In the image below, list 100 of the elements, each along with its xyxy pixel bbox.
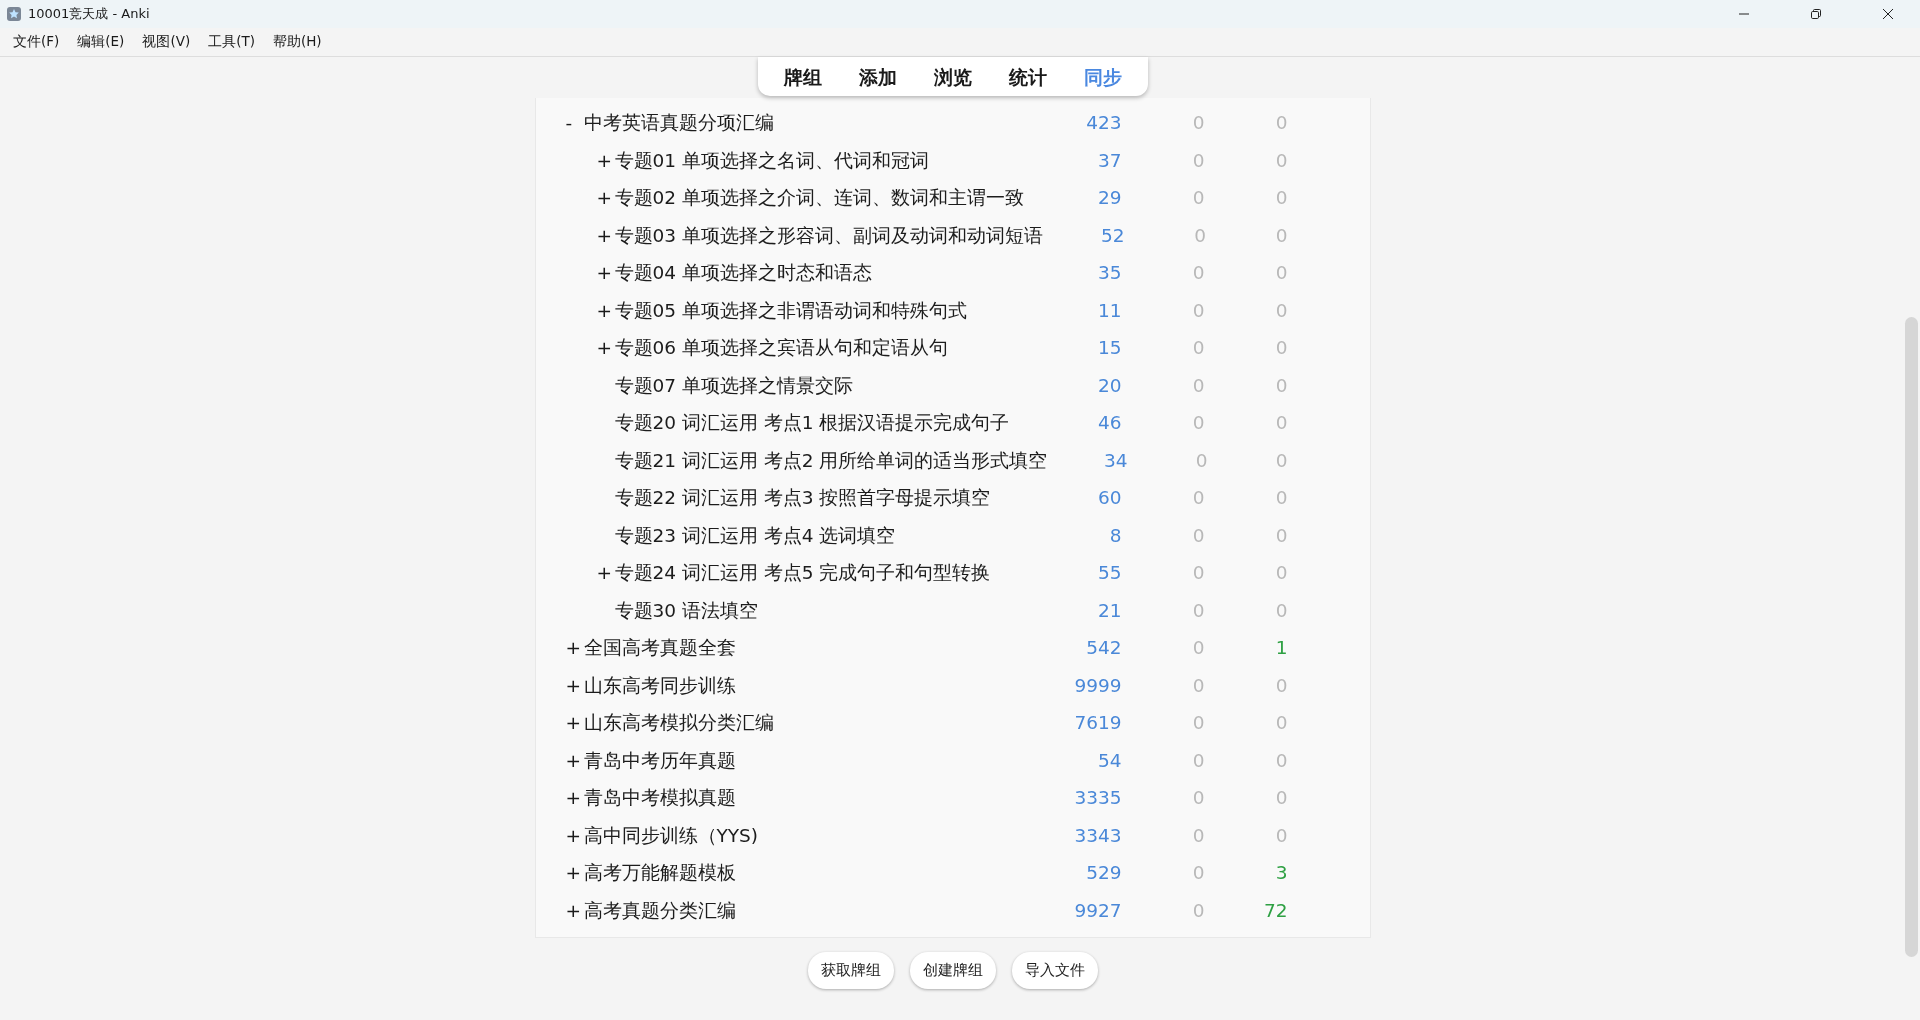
card-count: 0 (1274, 674, 1288, 696)
deck-name[interactable]: 山东高考同步训练 (583, 672, 736, 698)
card-count: 3 (1274, 862, 1288, 884)
deck-name[interactable]: 专题30 语法填空 (614, 597, 758, 623)
card-count: 0 (1191, 824, 1205, 846)
deck-name[interactable]: 专题07 单项选择之情景交际 (614, 372, 853, 398)
toolbar-tab[interactable]: 牌组 (783, 64, 822, 90)
menu-item[interactable]: 视图(V) (142, 33, 191, 51)
expand-toggle[interactable]: + (596, 562, 612, 584)
card-count: 0 (1274, 749, 1288, 771)
expand-toggle[interactable]: + (596, 149, 612, 171)
expand-toggle[interactable]: + (565, 824, 581, 846)
menu-item[interactable]: 文件(F) (13, 33, 60, 51)
card-count: 60 (1096, 487, 1122, 509)
expand-toggle[interactable]: + (565, 787, 581, 809)
restore-icon[interactable] (1810, 8, 1822, 20)
card-count: 0 (1193, 224, 1206, 246)
deck-name[interactable]: 中考英语真题分项汇编 (583, 110, 774, 136)
deck-name[interactable]: 专题20 词汇运用 考点1 根据汉语提示完成句子 (614, 410, 1010, 436)
card-count: 0 (1191, 862, 1205, 884)
card-count: 15 (1096, 337, 1122, 359)
card-count: 0 (1274, 299, 1288, 321)
card-count: 0 (1191, 749, 1205, 771)
card-count: 0 (1274, 187, 1288, 209)
toolbar-tab[interactable]: 添加 (858, 64, 897, 90)
deck-name[interactable]: 专题04 单项选择之时态和语态 (614, 260, 872, 286)
menu-item[interactable]: 工具(T) (208, 33, 255, 51)
deck-name[interactable]: 专题03 单项选择之形容词、副词及动词和动词短语 (614, 222, 1043, 248)
expand-toggle[interactable]: + (565, 899, 581, 921)
close-icon[interactable] (1882, 8, 1894, 20)
deck-name[interactable]: 青岛中考历年真题 (583, 747, 736, 773)
action-button[interactable]: 获取牌组 (807, 952, 894, 989)
deck-name[interactable]: 专题05 单项选择之非谓语动词和特殊句式 (614, 297, 967, 323)
deck-name[interactable]: 专题22 词汇运用 考点3 按照首字母提示填空 (614, 485, 991, 511)
card-count: 29 (1096, 187, 1122, 209)
card-count: 0 (1191, 637, 1205, 659)
card-count: 35 (1096, 262, 1122, 284)
card-count: 0 (1191, 674, 1205, 696)
card-count: 72 (1262, 899, 1288, 921)
card-count: 0 (1191, 899, 1205, 921)
deck-name[interactable]: 全国高考真题全套 (583, 635, 736, 661)
deck-name[interactable]: 专题06 单项选择之宾语从句和定语从句 (614, 335, 948, 361)
card-count: 52 (1099, 224, 1125, 246)
card-count: 3335 (1073, 787, 1122, 809)
deck-name[interactable]: 山东高考模拟分类汇编 (583, 710, 774, 736)
action-button[interactable]: 创建牌组 (909, 952, 996, 989)
expand-toggle[interactable]: + (565, 749, 581, 771)
menu-item[interactable]: 编辑(E) (77, 33, 125, 51)
card-count: 0 (1274, 562, 1288, 584)
deck-name[interactable]: 高考万能解题模板 (583, 860, 736, 886)
menu-item[interactable]: 帮助(H) (272, 33, 322, 51)
expand-toggle[interactable]: + (596, 187, 612, 209)
deck-name[interactable]: 专题01 单项选择之名词、代词和冠词 (614, 147, 929, 173)
card-count: 0 (1191, 299, 1205, 321)
card-count: 0 (1191, 337, 1205, 359)
card-count: 0 (1274, 524, 1288, 546)
toolbar-tab[interactable]: 同步 (1083, 64, 1122, 90)
card-count: 0 (1274, 224, 1288, 246)
action-button[interactable]: 导入文件 (1011, 952, 1098, 989)
card-count: 0 (1191, 262, 1205, 284)
card-count: 0 (1191, 562, 1205, 584)
card-count: 0 (1191, 187, 1205, 209)
expand-toggle[interactable]: + (565, 712, 581, 734)
card-count: 9927 (1073, 899, 1122, 921)
expand-toggle[interactable]: - (565, 112, 573, 134)
card-count: 529 (1085, 862, 1122, 884)
card-count: 0 (1274, 112, 1288, 134)
card-count: 20 (1096, 374, 1122, 396)
card-count: 0 (1191, 599, 1205, 621)
card-count: 0 (1274, 412, 1288, 434)
card-count: 7619 (1073, 712, 1122, 734)
deck-name[interactable]: 高考真题分类汇编 (583, 897, 736, 923)
deck-name[interactable]: 专题02 单项选择之介词、连词、数词和主谓一致 (614, 185, 1024, 211)
deck-name[interactable]: 专题23 词汇运用 考点4 选词填空 (614, 522, 896, 548)
expand-toggle[interactable]: + (565, 637, 581, 659)
card-count: 54 (1096, 749, 1122, 771)
card-count: 0 (1274, 787, 1288, 809)
expand-toggle[interactable]: + (596, 299, 612, 321)
toolbar-tab[interactable]: 统计 (1008, 64, 1047, 90)
expand-toggle[interactable]: + (565, 862, 581, 884)
card-count: 423 (1085, 112, 1122, 134)
card-count: 0 (1274, 149, 1288, 171)
card-count: 0 (1274, 487, 1288, 509)
scrollbar[interactable] (1905, 317, 1918, 957)
card-count: 0 (1274, 449, 1288, 471)
deck-name[interactable]: 专题21 词汇运用 考点2 用所给单词的适当形式填空 (614, 447, 1048, 473)
card-count: 34 (1102, 449, 1128, 471)
deck-name[interactable]: 专题24 词汇运用 考点5 完成句子和句型转换 (614, 560, 991, 586)
deck-name[interactable]: 青岛中考模拟真题 (583, 785, 736, 811)
toolbar-tab[interactable]: 浏览 (933, 64, 972, 90)
expand-toggle[interactable]: + (596, 262, 612, 284)
card-count: 0 (1274, 712, 1288, 734)
card-count: 0 (1191, 374, 1205, 396)
expand-toggle[interactable]: + (565, 674, 581, 696)
card-count: 0 (1191, 524, 1205, 546)
expand-toggle[interactable]: + (596, 224, 612, 246)
card-count: 0 (1191, 149, 1205, 171)
card-count: 21 (1096, 599, 1122, 621)
expand-toggle[interactable]: + (596, 337, 612, 359)
deck-name[interactable]: 高中同步训练（YYS) (583, 822, 759, 848)
